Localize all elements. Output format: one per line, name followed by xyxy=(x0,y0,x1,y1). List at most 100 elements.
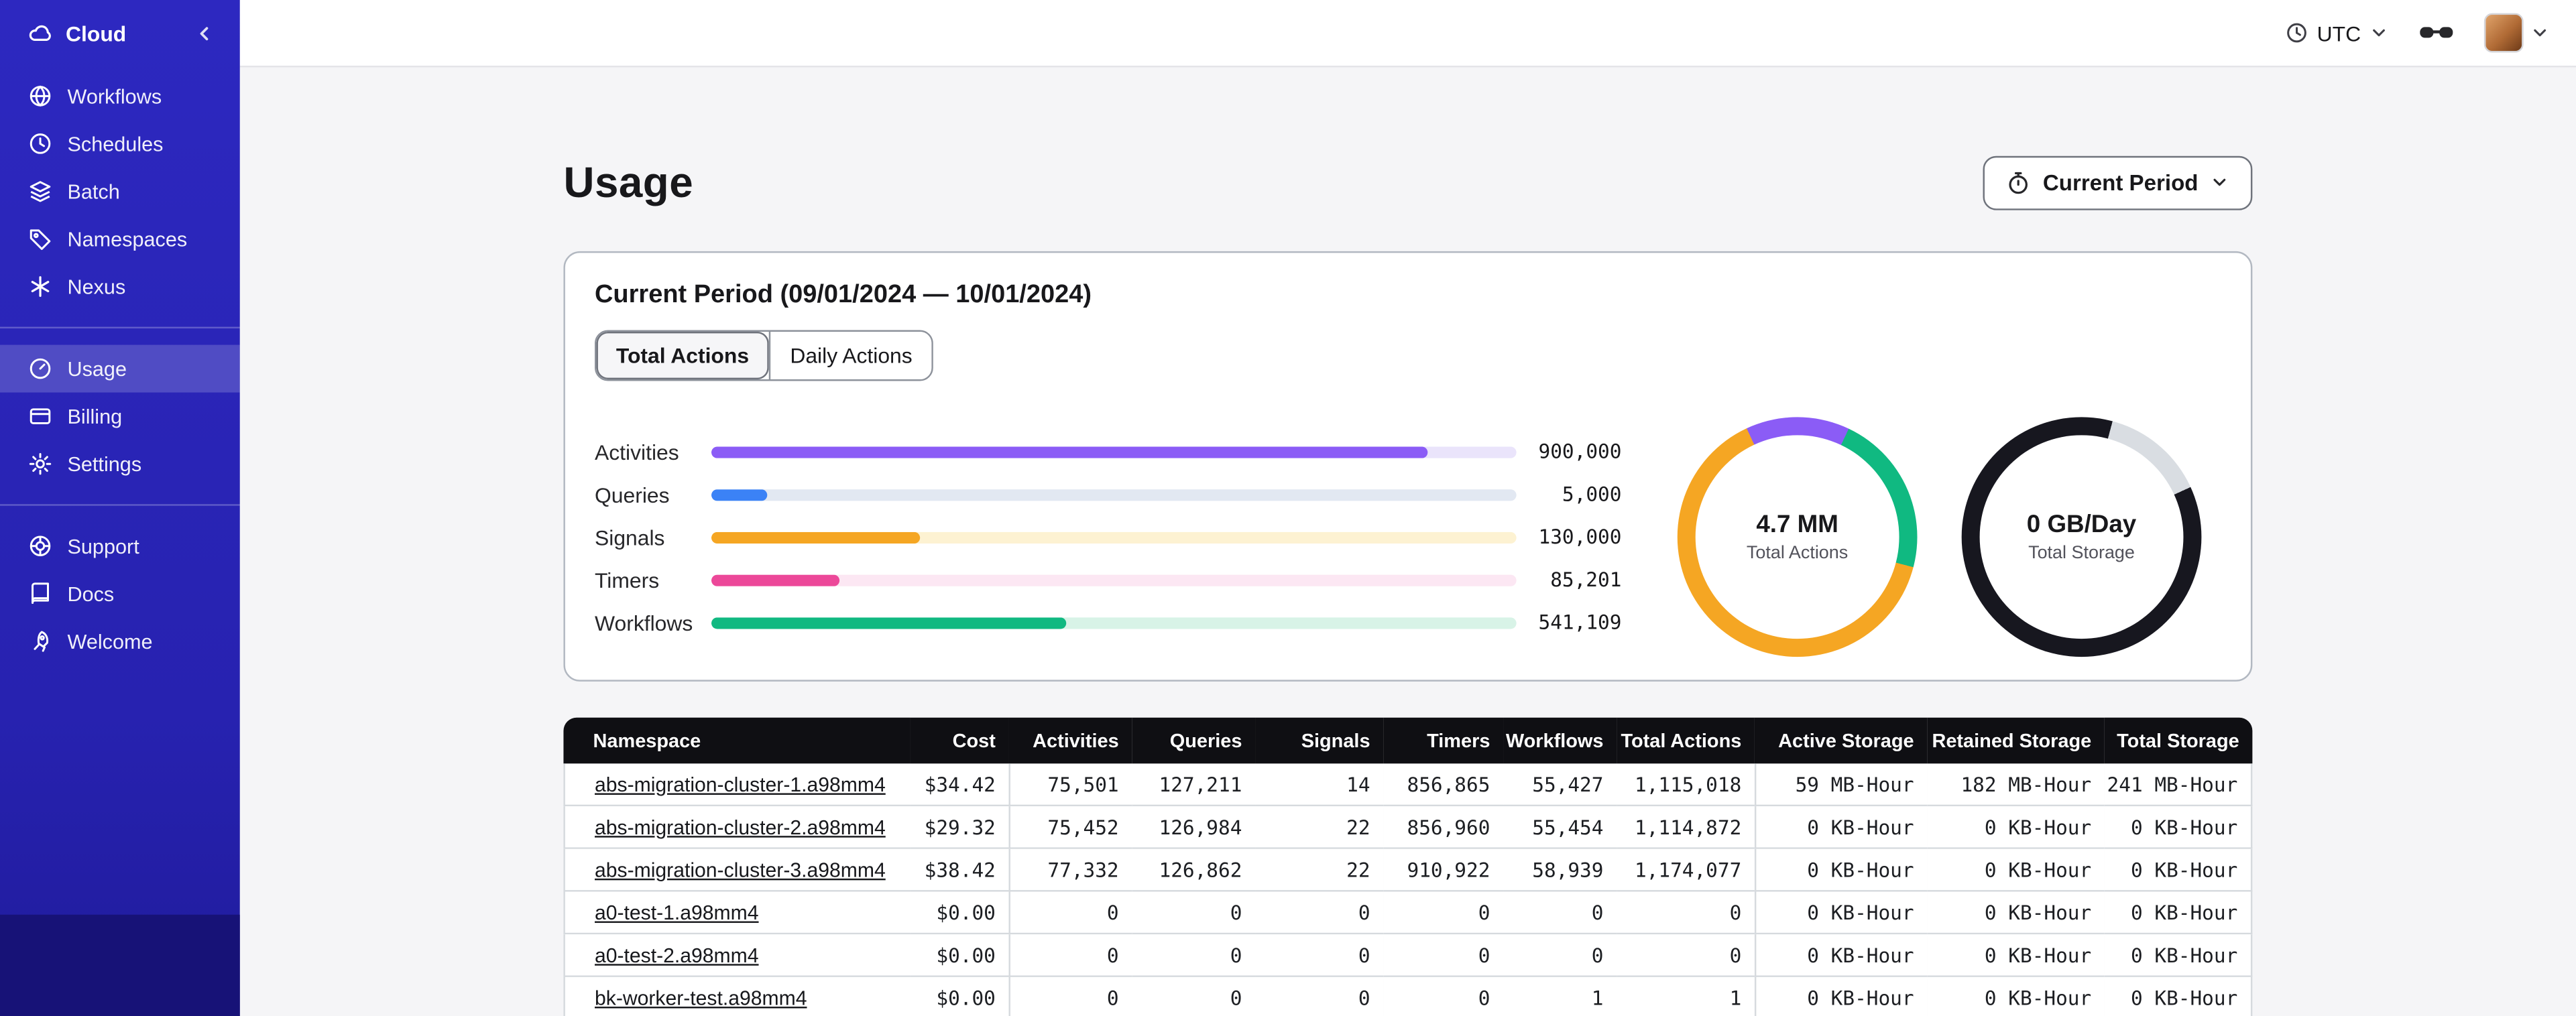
lifebuoy-icon xyxy=(28,533,53,558)
layers-icon xyxy=(28,179,53,204)
account-menu[interactable] xyxy=(2483,13,2550,53)
bar-track xyxy=(711,531,1517,543)
clock-icon xyxy=(2287,23,2307,43)
bar-label: Timers xyxy=(595,567,660,592)
bar-row-workflows: Workflows 541,109 xyxy=(595,601,1621,644)
usage-bar-chart: Activities 900,000 Queries 5,000 Signals… xyxy=(595,430,1621,644)
bar-fill xyxy=(711,446,1428,458)
table-header-row: Namespace Cost Activities Queries Signal… xyxy=(563,717,2253,764)
screen: Cloud Workflows Schedules Batch Namespac… xyxy=(0,0,2576,1016)
col-header-total-storage: Total Storage xyxy=(2104,717,2253,764)
bar-track xyxy=(711,446,1517,458)
bar-label: Signals xyxy=(595,524,665,550)
bar-row-timers: Timers 85,201 xyxy=(595,558,1621,601)
namespace-link[interactable]: a0-test-2.a98mm4 xyxy=(595,944,759,966)
sidebar-item-label: Billing xyxy=(67,404,123,428)
glasses-icon xyxy=(2420,27,2453,38)
sidebar-item-welcome[interactable]: Welcome xyxy=(0,617,240,665)
donut-label: Total Storage xyxy=(2028,544,2135,564)
donut-value: 0 GB/Day xyxy=(2026,511,2137,539)
sidebar-item-usage[interactable]: Usage xyxy=(0,344,240,393)
period-selector-button[interactable]: Current Period xyxy=(1983,155,2253,210)
timezone-label: UTC xyxy=(2317,20,2361,46)
sidebar-item-billing[interactable]: Billing xyxy=(0,393,240,440)
sidebar-divider xyxy=(0,326,240,329)
usage-summary-card: Current Period (09/01/2024 — 10/01/2024)… xyxy=(563,251,2253,682)
card-title: Current Period (09/01/2024 — 10/01/2024) xyxy=(595,281,1092,309)
bar-track xyxy=(711,617,1517,629)
total-storage-donut-chart: 0 GB/Day Total Storage xyxy=(1961,417,2202,657)
sidebar-item-label: Batch xyxy=(67,180,120,203)
table-row: abs-migration-cluster-3.a98mm4 $38.42 77,… xyxy=(563,848,2253,892)
page-title: Usage xyxy=(563,157,694,206)
sidebar-item-workflows[interactable]: Workflows xyxy=(0,72,240,120)
sidebar-item-namespaces[interactable]: Namespaces xyxy=(0,215,240,263)
timezone-selector[interactable]: UTC xyxy=(2286,20,2389,46)
sidebar-item-docs[interactable]: Docs xyxy=(0,570,240,617)
bar-fill xyxy=(711,531,921,543)
table-row: bk-worker-test.a98mm4 $0.00 0 00 01 10 KB… xyxy=(563,976,2253,1016)
col-header-signals: Signals xyxy=(1255,717,1384,764)
sidebar-footer xyxy=(0,914,240,1016)
sidebar-item-label: Nexus xyxy=(67,275,126,298)
col-header-timers: Timers xyxy=(1383,717,1504,764)
sidebar-item-schedules[interactable]: Schedules xyxy=(0,120,240,168)
sidebar-item-label: Support xyxy=(67,534,139,558)
col-header-activities: Activities xyxy=(1008,717,1132,764)
namespace-usage-table: Namespace Cost Activities Queries Signal… xyxy=(563,717,2253,1016)
sidebar-item-label: Workflows xyxy=(67,84,162,108)
bar-value: 130,000 xyxy=(1538,525,1622,549)
bar-fill xyxy=(711,488,768,501)
namespace-link[interactable]: a0-test-1.a98mm4 xyxy=(595,901,759,924)
welcome-icon xyxy=(28,629,53,653)
asterisk-icon xyxy=(28,274,53,299)
sidebar: Cloud Workflows Schedules Batch Namespac… xyxy=(0,0,240,1016)
sidebar-item-settings[interactable]: Settings xyxy=(0,440,240,488)
main-content: Usage Current Period Current Period (09/… xyxy=(239,67,2576,1016)
bar-label: Workflows xyxy=(595,610,693,635)
period-selector-label: Current Period xyxy=(2042,170,2199,195)
sidebar-item-nexus[interactable]: Nexus xyxy=(0,263,240,310)
stopwatch-icon xyxy=(2009,171,2029,194)
bar-value: 5,000 xyxy=(1562,483,1622,506)
sidebar-brand-label: Cloud xyxy=(66,21,127,46)
avatar xyxy=(2483,13,2524,53)
donut-center: 0 GB/Day Total Storage xyxy=(1979,435,2184,639)
namespace-link[interactable]: abs-migration-cluster-3.a98mm4 xyxy=(595,858,886,881)
namespace-link[interactable]: abs-migration-cluster-1.a98mm4 xyxy=(595,773,886,796)
donut-center: 4.7 MM Total Actions xyxy=(1695,435,1899,639)
tab-daily-actions[interactable]: Daily Actions xyxy=(768,331,933,380)
credit-card-icon xyxy=(28,404,53,429)
donut-value: 4.7 MM xyxy=(1756,511,1838,539)
col-header-queries: Queries xyxy=(1132,717,1256,764)
sidebar-item-batch[interactable]: Batch xyxy=(0,168,240,215)
bar-value: 900,000 xyxy=(1538,440,1622,463)
sidebar-item-label: Schedules xyxy=(67,132,164,155)
actions-tab-group: Total Actions Daily Actions xyxy=(595,330,934,381)
sidebar-item-support[interactable]: Support xyxy=(0,522,240,570)
gauge-icon xyxy=(28,357,53,381)
sidebar-item-label: Namespaces xyxy=(67,227,188,251)
gear-icon xyxy=(28,452,53,477)
bar-value: 85,201 xyxy=(1550,568,1622,592)
sidebar-item-label: Welcome xyxy=(67,629,153,653)
feedback-button[interactable] xyxy=(2418,19,2455,46)
table-row: abs-migration-cluster-1.a98mm4 $34.42 75,… xyxy=(563,763,2253,807)
bar-fill xyxy=(711,574,841,586)
col-header-namespace: Namespace xyxy=(563,717,911,764)
donut-label: Total Actions xyxy=(1746,544,1849,564)
cloud-icon xyxy=(28,21,53,46)
bar-fill xyxy=(711,617,1066,629)
clock-icon xyxy=(28,131,53,156)
tab-total-actions[interactable]: Total Actions xyxy=(596,331,769,380)
bar-track xyxy=(711,488,1517,501)
chevron-down-icon xyxy=(2213,178,2226,186)
collapse-sidebar-button[interactable] xyxy=(192,21,217,46)
namespace-link[interactable]: bk-worker-test.a98mm4 xyxy=(595,986,807,1009)
bar-track xyxy=(711,574,1517,586)
book-icon xyxy=(28,581,53,606)
namespace-link[interactable]: abs-migration-cluster-2.a98mm4 xyxy=(595,816,886,838)
col-header-cost: Cost xyxy=(910,717,1009,764)
sidebar-item-label: Usage xyxy=(67,357,127,381)
sidebar-item-label: Settings xyxy=(67,452,142,476)
